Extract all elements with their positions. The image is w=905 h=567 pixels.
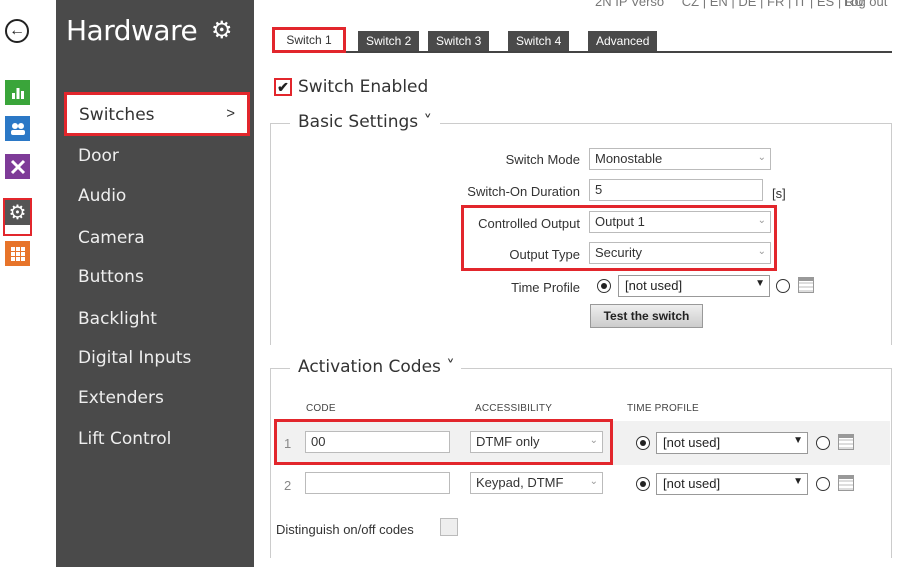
time-profile-custom-radio[interactable]	[776, 279, 790, 293]
sidebar-item-door[interactable]: Door	[78, 146, 119, 166]
activation-codes-legend[interactable]: Activation Codes ˅	[292, 357, 461, 377]
time-profile-custom-radio[interactable]	[816, 436, 830, 450]
chevron-down-icon: ⌄	[589, 476, 598, 487]
tab-switch-2[interactable]: Switch 2	[358, 31, 420, 51]
time-profile-value: [not used]	[663, 435, 721, 450]
on-duration-input[interactable]: 5	[589, 179, 763, 201]
page-title: Hardware	[66, 14, 198, 47]
time-profile-value: [not used]	[625, 278, 683, 293]
users-icon[interactable]	[5, 116, 30, 141]
sidebar-item-camera[interactable]: Camera	[78, 228, 145, 248]
calendar-icon[interactable]	[838, 434, 854, 450]
chevron-down-icon: ⌄	[757, 246, 766, 257]
sidebar-item-audio[interactable]: Audio	[78, 186, 126, 206]
language-links[interactable]: CZ | EN | DE | FR | IT | ES | RU	[682, 0, 864, 9]
sidebar-item-lift-control[interactable]: Lift Control	[78, 429, 171, 449]
sidebar-item-buttons[interactable]: Buttons	[78, 267, 144, 287]
sidebar-item-label: Switches	[79, 105, 155, 125]
output-type-select[interactable]: Security ⌄	[589, 242, 771, 264]
code-input[interactable]	[305, 472, 450, 494]
chevron-right-icon: >	[226, 105, 235, 122]
chevron-down-icon: ⌄	[757, 215, 766, 226]
time-profile-select[interactable]: [not used] ▼	[656, 473, 808, 495]
code-column-header: CODE	[306, 403, 336, 414]
time-profile-custom-radio[interactable]	[816, 477, 830, 491]
switch-mode-value: Monostable	[595, 151, 663, 166]
tools-icon[interactable]	[5, 154, 30, 179]
output-type-label: Output Type	[509, 247, 580, 262]
code-input[interactable]: 00	[305, 431, 450, 453]
output-type-value: Security	[595, 245, 642, 260]
time-profile-select-radio[interactable]	[636, 436, 650, 450]
sidebar-item-extenders[interactable]: Extenders	[78, 388, 164, 408]
seconds-unit: [s]	[772, 186, 786, 201]
time-profile-value: [not used]	[663, 476, 721, 491]
icon-rail: ← ⚙	[0, 0, 34, 567]
product-name: 2N IP Verso	[595, 0, 665, 9]
grid-icon[interactable]	[5, 241, 30, 266]
gear-icon[interactable]: ⚙	[5, 200, 30, 225]
time-profile-select-radio[interactable]	[597, 279, 611, 293]
switch-mode-label: Switch Mode	[505, 152, 580, 167]
time-profile-column-header: TIME PROFILE	[627, 403, 699, 414]
distinguish-codes-checkbox[interactable]	[440, 518, 458, 536]
accessibility-value: DTMF only	[476, 434, 540, 449]
sidebar-item-switches[interactable]: Switches >	[64, 92, 250, 136]
accessibility-select[interactable]: DTMF only ⌄	[470, 431, 603, 453]
switch-enabled-checkbox[interactable]: ✔	[274, 78, 292, 96]
switch-tabs: Switch 1 Switch 2 Switch 3 Switch 4 Adva…	[272, 27, 892, 53]
calendar-icon[interactable]	[798, 277, 814, 293]
controlled-output-select[interactable]: Output 1 ⌄	[589, 211, 771, 233]
time-profile-select[interactable]: [not used] ▼	[618, 275, 770, 297]
tab-switch-1[interactable]: Switch 1	[272, 27, 346, 53]
settings-gear-icon: ⚙	[211, 17, 233, 44]
accessibility-value: Keypad, DTMF	[476, 475, 564, 490]
accessibility-column-header: ACCESSIBILITY	[475, 403, 553, 414]
time-profile-label: Time Profile	[511, 280, 580, 295]
tab-switch-3[interactable]: Switch 3	[428, 31, 490, 51]
controlled-output-label: Controlled Output	[478, 216, 580, 231]
controlled-output-value: Output 1	[595, 214, 645, 229]
back-arrow-icon[interactable]: ←	[5, 19, 29, 43]
accessibility-select[interactable]: Keypad, DTMF ⌄	[470, 472, 603, 494]
switch-mode-select[interactable]: Monostable ⌄	[589, 148, 771, 170]
tab-advanced[interactable]: Advanced	[588, 31, 658, 51]
status-chart-icon[interactable]	[5, 80, 30, 105]
calendar-icon[interactable]	[838, 475, 854, 491]
row-number: 2	[284, 478, 292, 493]
top-links: 2N IP Verso CZ | EN | DE | FR | IT | ES …	[595, 0, 878, 9]
distinguish-codes-label: Distinguish on/off codes	[276, 522, 414, 537]
logout-link[interactable]: Log out	[844, 0, 887, 9]
tab-label: Switch 1	[286, 33, 332, 47]
chevron-down-icon: ⌄	[757, 152, 766, 163]
time-profile-select[interactable]: [not used] ▼	[656, 432, 808, 454]
time-profile-select-radio[interactable]	[636, 477, 650, 491]
chevron-down-icon: ⌄	[589, 435, 598, 446]
switch-enabled-label: Switch Enabled	[298, 77, 429, 97]
basic-settings-legend[interactable]: Basic Settings ˅	[292, 112, 439, 132]
row-number: 1	[284, 436, 292, 451]
sidebar-item-backlight[interactable]: Backlight	[78, 309, 157, 329]
caret-down-icon: ▼	[755, 278, 765, 289]
on-duration-label: Switch-On Duration	[467, 184, 580, 199]
test-switch-button[interactable]: Test the switch	[590, 304, 703, 328]
caret-down-icon: ▼	[793, 476, 803, 487]
caret-down-icon: ▼	[793, 435, 803, 446]
sidebar-item-digital-inputs[interactable]: Digital Inputs	[78, 348, 191, 368]
tab-switch-4[interactable]: Switch 4	[508, 31, 570, 51]
